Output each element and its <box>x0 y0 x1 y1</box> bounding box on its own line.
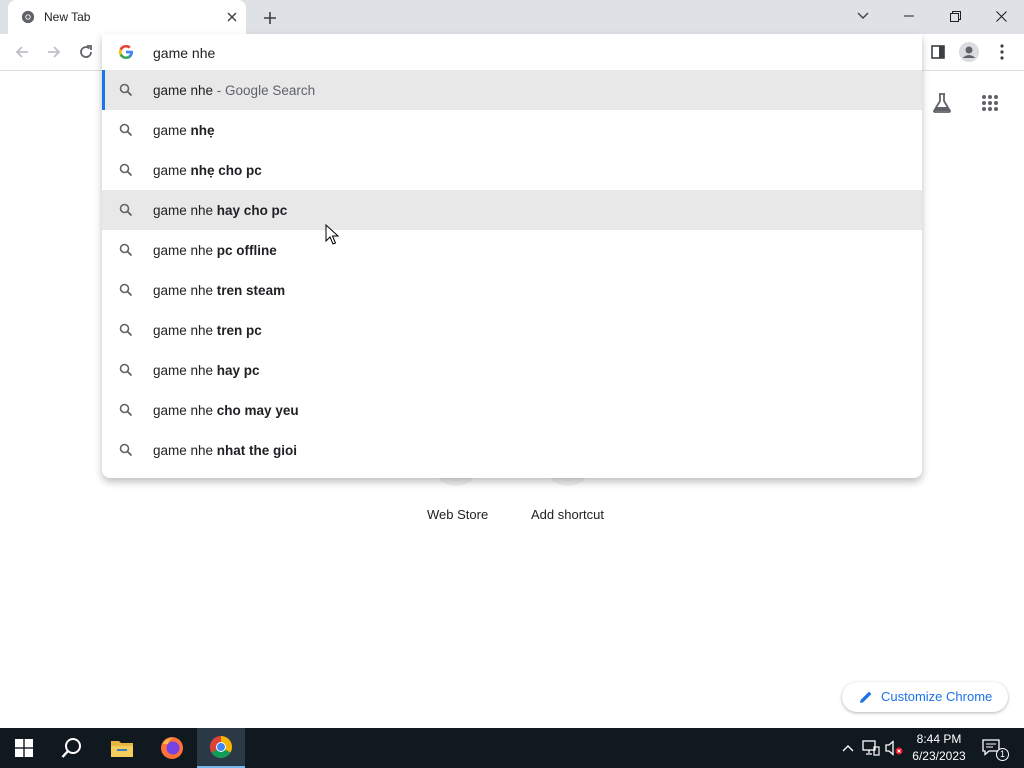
menu-kebab-icon[interactable] <box>990 40 1014 64</box>
suggestion-text: game nhe tren pc <box>153 323 262 338</box>
folder-icon <box>111 741 133 757</box>
clock-date: 6/23/2023 <box>912 749 966 763</box>
suggestion-prefix: game nhe <box>153 363 217 378</box>
clock-time: 8:44 PM <box>916 732 962 746</box>
suggestion-bold: hay pc <box>216 363 260 378</box>
suggestion-text: game nhe pc offline <box>153 243 277 258</box>
google-g-icon <box>119 45 133 59</box>
suggestion-prefix: game nhe <box>153 83 214 98</box>
customize-chrome-label: Customize Chrome <box>881 689 993 704</box>
forward-button[interactable] <box>42 40 66 64</box>
notification-count-badge: 1 <box>996 748 1009 761</box>
mouse-cursor-icon <box>325 224 339 245</box>
omnibox[interactable]: game nhe <box>102 34 922 70</box>
file-explorer-button[interactable] <box>98 728 146 768</box>
suggestion-prefix: game nhe <box>153 323 217 338</box>
tab-strip: New Tab <box>0 0 1024 34</box>
suggestion-text: game nhẹ <box>153 123 215 138</box>
labs-flask-icon[interactable] <box>929 90 955 116</box>
volume-muted-icon[interactable] <box>884 738 904 758</box>
chrome-icon <box>21 10 35 24</box>
firefox-button[interactable] <box>148 728 196 768</box>
search-icon <box>119 403 133 417</box>
search-icon <box>61 738 81 758</box>
suggestion-text: game nhe hay pc <box>153 363 260 378</box>
tab-title: New Tab <box>44 10 91 24</box>
suggestion-prefix: game nhe <box>153 283 217 298</box>
taskbar-search-button[interactable] <box>48 728 96 768</box>
chrome-taskbar-button[interactable] <box>197 728 245 768</box>
omnibox-dropdown: game nhe game nhe - Google Search game n… <box>102 34 922 478</box>
suggestion-prefix: game <box>153 123 191 138</box>
suggestion-item-hovered[interactable]: game nhe hay cho pc <box>102 190 922 230</box>
suggestion-bold: nhẹ cho pc <box>190 163 262 178</box>
search-icon <box>119 163 133 177</box>
shortcut-add-label[interactable]: Add shortcut <box>531 507 604 522</box>
pencil-icon <box>860 691 872 703</box>
windows-taskbar: 8:44 PM 6/23/2023 1 <box>0 728 1024 768</box>
search-icon <box>119 323 133 337</box>
suggestion-bold: hay cho pc <box>216 203 288 218</box>
show-hidden-icons-chevron-icon[interactable] <box>838 738 858 758</box>
suggestion-text: game nhẹ cho pc <box>153 163 262 178</box>
suggestion-bold: tren pc <box>216 323 262 338</box>
suggestion-bold: tren steam <box>216 283 286 298</box>
suggestion-item[interactable]: game nhe cho may yeu <box>102 390 922 430</box>
suggestion-text: game nhe - Google Search <box>153 83 315 98</box>
minimize-button[interactable] <box>886 0 932 32</box>
suggestion-text: game nhe nhat the gioi <box>153 443 297 458</box>
search-icon <box>119 203 133 217</box>
suggestion-item[interactable]: game nhẹ <box>102 110 922 150</box>
back-button[interactable] <box>10 40 34 64</box>
suggestion-text: game nhe cho may yeu <box>153 403 299 418</box>
suggestion-text: game nhe hay cho pc <box>153 203 287 218</box>
close-window-button[interactable] <box>978 0 1024 32</box>
suggestion-item[interactable]: game nhe hay pc <box>102 350 922 390</box>
search-icon <box>119 123 133 137</box>
omnibox-input[interactable]: game nhe <box>153 45 215 61</box>
suggestion-prefix: game nhe <box>153 203 217 218</box>
tab-close-icon[interactable] <box>224 9 240 25</box>
search-icon <box>119 283 133 297</box>
shortcut-web-store-label[interactable]: Web Store <box>427 507 488 522</box>
suggestion-item[interactable]: game nhe pc offline <box>102 230 922 270</box>
suggestion-item[interactable]: game nhẹ cho pc <box>102 150 922 190</box>
network-icon[interactable] <box>861 738 881 758</box>
new-tab-button[interactable] <box>260 8 280 28</box>
suggestion-prefix: game <box>153 163 191 178</box>
search-icon <box>119 243 133 257</box>
suggestion-prefix: game nhe <box>153 243 217 258</box>
suggestion-bold: cho may yeu <box>216 403 299 418</box>
suggestion-bold: nhat the gioi <box>216 443 298 458</box>
suggestion-item[interactable]: game nhe nhat the gioi <box>102 430 922 470</box>
suggestion-text: game nhe tren steam <box>153 283 285 298</box>
profile-avatar-icon[interactable] <box>957 40 981 64</box>
suggestion-prefix: game nhe <box>153 403 217 418</box>
suggestion-bold: pc offline <box>216 243 277 258</box>
suggestion-item[interactable]: game nhe tren steam <box>102 270 922 310</box>
system-clock[interactable]: 8:44 PM 6/23/2023 <box>904 731 974 765</box>
chrome-icon <box>210 736 232 758</box>
reload-button[interactable] <box>74 40 98 64</box>
customize-chrome-button[interactable]: Customize Chrome <box>842 682 1008 712</box>
tab-new-tab[interactable]: New Tab <box>8 0 246 34</box>
side-panel-icon[interactable] <box>926 40 950 64</box>
suggestion-bold: nhẹ <box>190 123 215 138</box>
search-icon <box>119 363 133 377</box>
suggestion-suffix: - Google Search <box>213 83 316 98</box>
suggestion-item[interactable]: game nhe tren pc <box>102 310 922 350</box>
suggestion-prefix: game nhe <box>153 443 217 458</box>
firefox-icon <box>161 737 183 759</box>
windows-logo-icon <box>15 739 33 757</box>
search-icon <box>119 83 133 97</box>
start-button[interactable] <box>0 728 48 768</box>
google-apps-grid-icon[interactable] <box>977 90 1003 116</box>
restore-button[interactable] <box>932 0 978 32</box>
tab-search-chevron-icon[interactable] <box>840 0 886 32</box>
search-icon <box>119 443 133 457</box>
suggestion-item[interactable]: game nhe - Google Search <box>102 70 922 110</box>
